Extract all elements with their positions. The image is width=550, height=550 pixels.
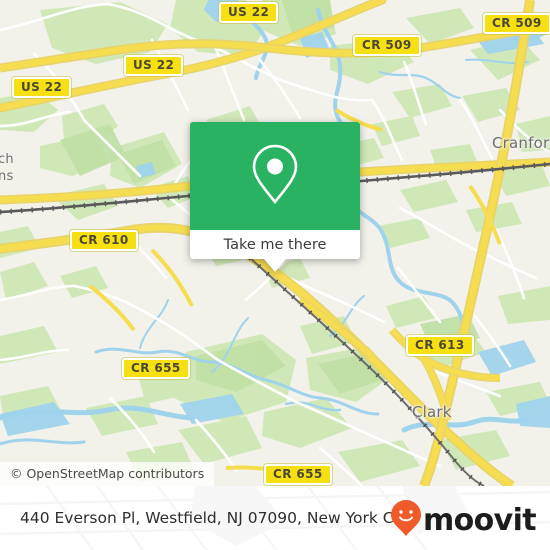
map-attribution[interactable]: © OpenStreetMap contributors — [0, 462, 215, 486]
road-shield-cr610: CR 610 — [70, 230, 138, 251]
road-shield-cr655-bottom: CR 655 — [264, 464, 332, 485]
road-shield-cr509-right: CR 509 — [483, 13, 550, 34]
address-text: 440 Everson Pl, Westfield, NJ 07090, New… — [20, 509, 414, 527]
moovit-logo[interactable]: moovit — [390, 500, 537, 541]
popup-header — [190, 122, 360, 230]
moovit-smiley-pin-icon — [390, 500, 421, 541]
road-shield-cr655-mid: CR 655 — [122, 358, 190, 379]
place-label-cranford: Cranford — [492, 134, 550, 152]
footer-bar: 440 Everson Pl, Westfield, NJ 07090, New… — [0, 486, 550, 550]
place-label-clark: Clark — [412, 403, 452, 421]
location-popup-card[interactable]: Take me there — [190, 122, 360, 272]
road-shield-cr509-left: CR 509 — [353, 35, 421, 56]
moovit-wordmark: moovit — [422, 502, 537, 538]
road-shield-cr613: CR 613 — [406, 335, 474, 356]
place-label-partial-2: ns — [0, 169, 14, 184]
take-me-there-button[interactable]: Take me there — [190, 230, 360, 259]
road-shield-us22-top: US 22 — [219, 2, 279, 23]
map-canvas[interactable]: Cranford Clark ch ns US 22 US 22 US 22 C… — [0, 0, 550, 486]
map-screenshot: Cranford Clark ch ns US 22 US 22 US 22 C… — [0, 0, 550, 550]
take-me-there-label: Take me there — [223, 236, 327, 253]
map-pin-icon — [249, 142, 301, 211]
road-shield-us22-left: US 22 — [12, 77, 72, 98]
popup-pointer-tail — [264, 259, 286, 272]
road-shield-us22-mid: US 22 — [124, 55, 184, 76]
place-label-partial-1: ch — [0, 152, 14, 167]
